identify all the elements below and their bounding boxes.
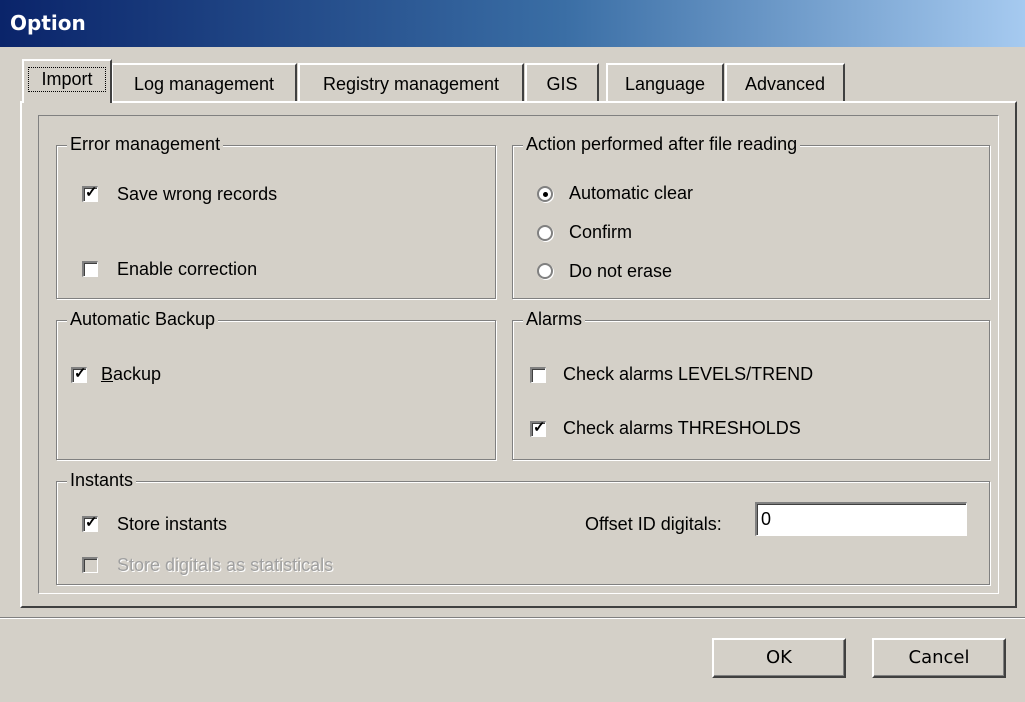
tab-registry-management[interactable]: Registry management [298, 63, 524, 101]
cancel-button[interactable]: Cancel [872, 638, 1006, 678]
radio-dot-icon [543, 192, 548, 197]
store-digitals-label: Store digitals as statisticals [117, 555, 334, 575]
alarms-group: Alarms Check alarms LEVELS/TREND ✓ Check… [512, 309, 990, 460]
tab-language[interactable]: Language [606, 63, 724, 101]
enable-correction-checkbox[interactable] [82, 261, 98, 277]
confirm-radio[interactable] [537, 225, 553, 241]
error-management-title: Error management [67, 134, 224, 155]
automatic-clear-radio[interactable] [537, 186, 553, 202]
store-digitals-checkbox [82, 557, 98, 573]
check-alarms-thresholds-label[interactable]: Check alarms THRESHOLDS [563, 418, 801, 439]
backup-label-rest: ackup [113, 364, 162, 384]
offset-id-digitals-input[interactable] [755, 502, 967, 536]
instants-title: Instants [67, 470, 137, 491]
checkmark-icon: ✓ [74, 365, 87, 382]
confirm-label[interactable]: Confirm [569, 222, 632, 243]
store-instants-label[interactable]: Store instants [117, 514, 227, 535]
action-after-reading-group: Action performed after file reading Auto… [512, 134, 990, 299]
alarms-title: Alarms [523, 309, 586, 330]
tab-advanced[interactable]: Advanced [725, 63, 845, 101]
ok-button[interactable]: OK [712, 638, 846, 678]
do-not-erase-radio[interactable] [537, 263, 553, 279]
check-alarms-thresholds-checkbox[interactable]: ✓ [530, 419, 546, 437]
action-after-reading-title: Action performed after file reading [523, 134, 801, 155]
checkmark-icon: ✓ [85, 184, 98, 201]
automatic-backup-title: Automatic Backup [67, 309, 219, 330]
tab-log-management[interactable]: Log management [111, 63, 297, 101]
offset-id-digitals-label: Offset ID digitals: [585, 514, 722, 534]
tab-gis[interactable]: GIS [525, 63, 599, 101]
save-wrong-records-label[interactable]: Save wrong records [117, 184, 277, 205]
check-alarms-levels-trend-checkbox[interactable] [530, 367, 546, 383]
save-wrong-records-checkbox[interactable]: ✓ [82, 184, 98, 202]
checkmark-icon: ✓ [85, 514, 98, 531]
title-bar[interactable]: Option [0, 0, 1025, 47]
automatic-clear-label[interactable]: Automatic clear [569, 183, 693, 204]
backup-accelerator: B [101, 364, 114, 384]
checkmark-icon: ✓ [533, 419, 546, 436]
do-not-erase-label[interactable]: Do not erase [569, 261, 672, 282]
automatic-backup-group: Automatic Backup ✓ Backup [56, 309, 496, 460]
instants-group: Instants ✓ Store instants Store digitals… [56, 470, 990, 585]
enable-correction-label[interactable]: Enable correction [117, 259, 257, 280]
error-management-group: Error management ✓ Save wrong records En… [56, 134, 496, 299]
check-alarms-levels-trend-label[interactable]: Check alarms LEVELS/TREND [563, 364, 813, 385]
tab-import[interactable]: Import [22, 59, 112, 103]
store-instants-checkbox[interactable]: ✓ [82, 514, 98, 532]
backup-checkbox[interactable]: ✓ [71, 365, 87, 383]
button-separator [0, 617, 1025, 619]
backup-label[interactable]: Backup [101, 364, 161, 385]
window-title: Option [10, 11, 86, 35]
